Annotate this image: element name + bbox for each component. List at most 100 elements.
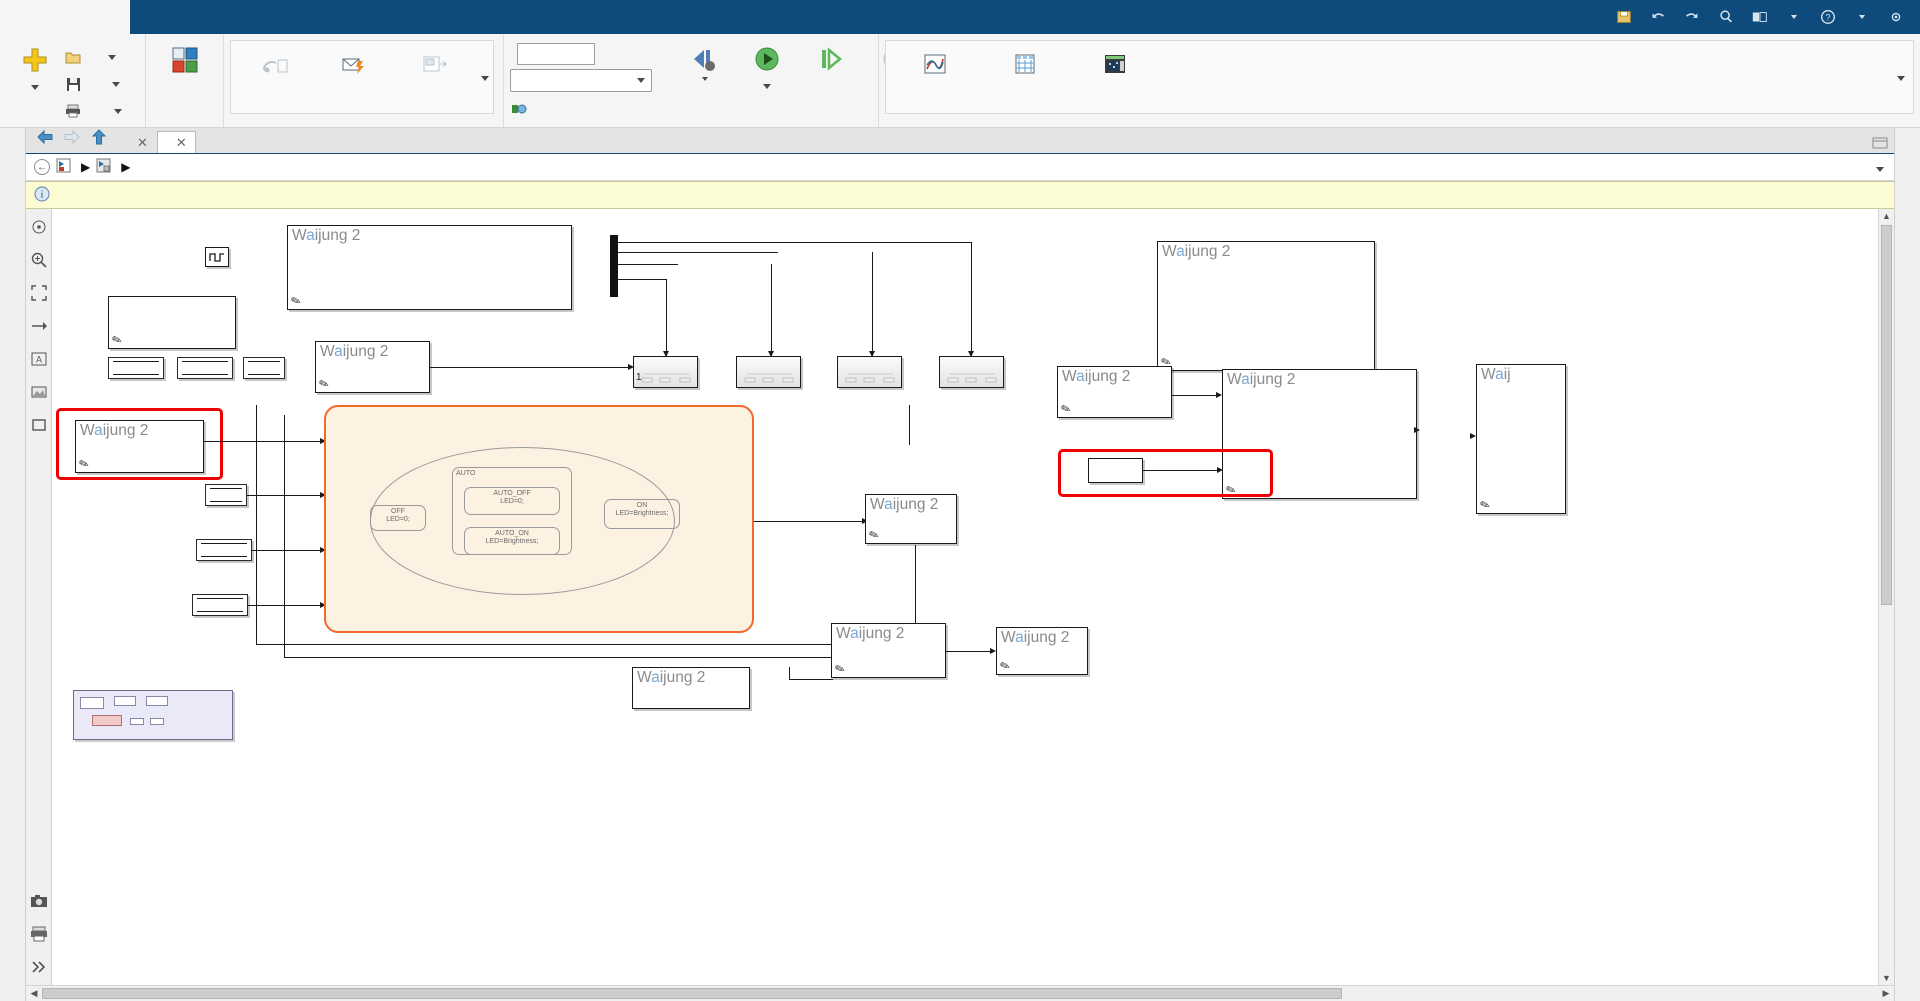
scroll-right-icon[interactable]: ▶ — [1878, 987, 1894, 1001]
area-annotation-icon[interactable] — [29, 415, 49, 435]
chart-state-auto-on[interactable]: AUTO_ON LED=Brightness; — [464, 527, 560, 555]
block-mqtt-setup[interactable]: Waijung 2 ✎ — [1157, 241, 1375, 371]
run-button[interactable] — [738, 37, 796, 127]
add-viewer-button[interactable] — [395, 43, 475, 83]
simulation-manager-button[interactable] — [1070, 43, 1160, 83]
block-aimagin-custom-mode[interactable]: Waijung 2 ✎ — [287, 225, 572, 310]
up-arrow-icon[interactable] — [90, 129, 108, 150]
pan-icon[interactable] — [29, 217, 49, 237]
camera-icon[interactable] — [29, 891, 49, 911]
review-expand-icon[interactable] — [1897, 75, 1905, 81]
block-print[interactable]: Waijung 2 ✎ — [996, 627, 1088, 675]
new-button[interactable] — [6, 37, 64, 127]
edit-pencil-icon[interactable]: ✎ — [833, 661, 847, 678]
sequence-viewer-button[interactable] — [980, 43, 1070, 83]
block-data-store-read-threshold[interactable] — [196, 539, 252, 561]
block-set-brightness[interactable] — [939, 356, 1004, 388]
block-get-gauge[interactable] — [633, 356, 698, 388]
new-dropdown-icon[interactable] — [31, 85, 39, 90]
print-button[interactable] — [64, 99, 122, 124]
model-browser-rail[interactable] — [0, 128, 26, 1001]
tab-apps[interactable] — [520, 0, 650, 34]
log-signals-button[interactable] — [235, 43, 315, 83]
step-back-button[interactable] — [668, 37, 738, 127]
model-canvas[interactable]: ✎ Waijung 2 ✎ Waijung 2 ✎ 1 Waijung 2 ✎ … — [52, 209, 1878, 985]
edit-pencil-icon[interactable]: ✎ — [289, 293, 303, 310]
undo-icon[interactable] — [1648, 7, 1668, 27]
block-data-store-memory-brightness[interactable] — [177, 357, 233, 379]
save-dropdown-icon[interactable] — [112, 81, 120, 87]
help-icon[interactable]: ? — [1818, 7, 1838, 27]
document-tab-overflow[interactable] — [1872, 137, 1894, 153]
run-dropdown-icon[interactable] — [763, 84, 771, 89]
search-icon[interactable] — [1716, 7, 1736, 27]
document-tab-esdc[interactable]: ✕ — [118, 131, 157, 153]
layout-icon[interactable] — [1750, 7, 1770, 27]
tab-format[interactable] — [390, 0, 520, 34]
edit-pencil-icon[interactable]: ✎ — [317, 376, 331, 393]
edit-pencil-icon[interactable]: ✎ — [998, 658, 1012, 675]
scroll-down-icon[interactable]: ▼ — [1882, 971, 1891, 985]
edit-pencil-icon[interactable]: ✎ — [110, 332, 124, 349]
print-preview-icon[interactable] — [29, 924, 49, 944]
block-data-store-read-mode[interactable] — [205, 484, 247, 506]
block-set-threshold[interactable] — [837, 356, 902, 388]
horizontal-scroll-thumb[interactable] — [42, 988, 1342, 999]
step-forward-button[interactable] — [796, 37, 866, 127]
print-dropdown-icon[interactable] — [114, 108, 122, 114]
block-demux[interactable] — [610, 235, 618, 297]
block-data-store-read-brightness[interactable] — [192, 594, 248, 616]
log-events-button[interactable] — [315, 43, 395, 83]
fit-to-view-icon[interactable] — [29, 283, 49, 303]
forward-arrow-icon[interactable] — [63, 129, 81, 150]
tab-modeling[interactable] — [260, 0, 390, 34]
block-adc[interactable]: Waijung 2 ✎ — [75, 420, 204, 473]
help-dropdown-icon[interactable] — [1852, 7, 1872, 27]
redo-icon[interactable] — [1682, 7, 1702, 27]
block-device-id[interactable]: Waijung 2 — [632, 667, 750, 709]
block-data-store-memory-mode[interactable] — [243, 357, 285, 379]
vertical-scroll-thumb[interactable] — [1881, 225, 1892, 605]
breadcrumb-item-esdc[interactable] — [56, 158, 75, 176]
open-button[interactable] — [64, 45, 122, 70]
data-inspector-button[interactable] — [890, 43, 980, 83]
property-inspector-rail[interactable] — [1894, 128, 1920, 1001]
stop-time-input[interactable] — [517, 43, 595, 65]
document-tab-enabled-subsystem[interactable]: ✕ — [156, 131, 196, 153]
canvas-horizontal-scrollbar[interactable]: ◀ ▶ — [26, 985, 1894, 1001]
edit-pencil-icon[interactable]: ✎ — [1478, 497, 1492, 514]
zoom-in-icon[interactable] — [29, 250, 49, 270]
annotation-text-icon[interactable]: A — [29, 349, 49, 369]
settings-gear-icon[interactable] — [1886, 7, 1906, 27]
block-data-store-memory-threshold[interactable] — [108, 357, 164, 379]
save-button[interactable] — [64, 72, 122, 97]
breadcrumb-item-enabled-subsystem[interactable] — [96, 158, 115, 176]
simulation-mode-dropdown-icon[interactable] — [637, 78, 645, 83]
chart-state-on[interactable]: ON LED=Brightness; — [604, 499, 680, 529]
subsystem-thumbnail[interactable] — [73, 690, 233, 740]
fast-restart-button[interactable] — [510, 96, 652, 121]
block-data-type-conversion[interactable] — [1088, 458, 1143, 483]
simulation-mode-select[interactable] — [510, 69, 652, 92]
block-aimagin-connect[interactable]: ✎ — [108, 296, 236, 349]
block-string-processing[interactable]: Waijung 2 ✎ — [315, 341, 430, 393]
block-pulse-generator[interactable] — [205, 247, 229, 267]
image-annotation-icon[interactable] — [29, 382, 49, 402]
expand-rail-icon[interactable] — [29, 957, 49, 977]
prepare-expand-icon[interactable] — [481, 75, 489, 81]
scroll-left-icon[interactable]: ◀ — [26, 987, 42, 1001]
edit-pencil-icon[interactable]: ✎ — [867, 527, 881, 544]
block-string-processing2[interactable]: Waijung 2 ✎ — [1057, 366, 1172, 418]
canvas-vertical-scrollbar[interactable]: ▲ ▼ — [1878, 209, 1894, 985]
save-quick-icon[interactable] — [1614, 7, 1634, 27]
block-dac[interactable]: Waijung 2 ✎ — [865, 494, 957, 544]
close-icon[interactable]: ✕ — [137, 135, 148, 151]
open-dropdown-icon[interactable] — [108, 54, 116, 60]
edit-pencil-icon[interactable]: ✎ — [1059, 401, 1073, 418]
block-control-algorithm[interactable]: AUTO AUTO_OFF LED=0; AUTO_ON LED=Brightnes… — [324, 405, 754, 633]
breadcrumb-back-icon[interactable]: ← — [34, 159, 50, 175]
tab-simulation[interactable] — [0, 0, 130, 34]
breadcrumb-expand-icon[interactable] — [1876, 159, 1894, 175]
library-browser-button[interactable] — [152, 37, 217, 127]
back-arrow-icon[interactable] — [36, 129, 54, 150]
